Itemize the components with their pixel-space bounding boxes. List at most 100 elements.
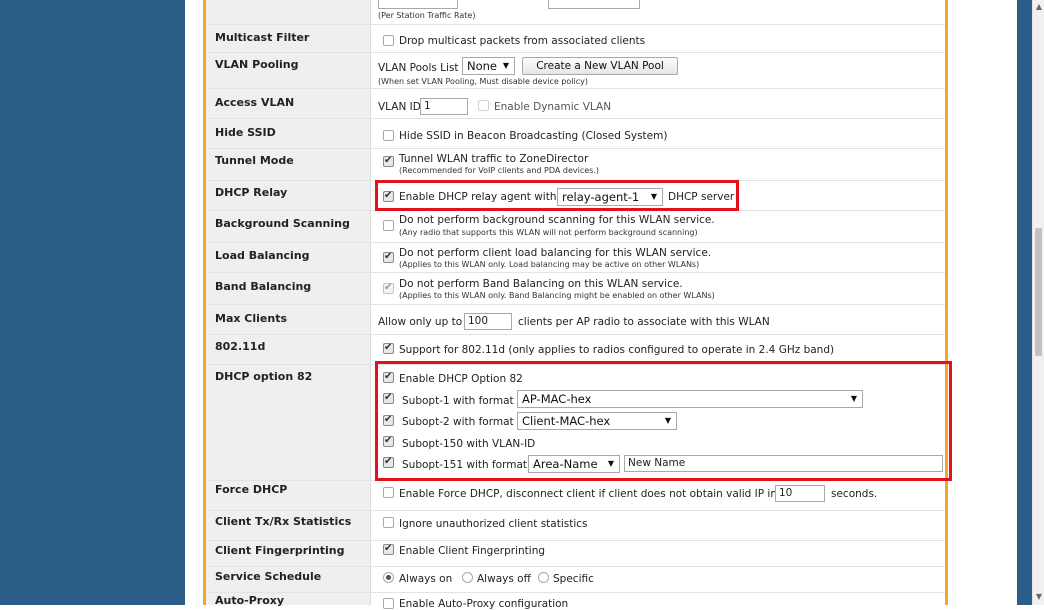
txrx-text: Ignore unauthorized client statistics: [399, 518, 588, 530]
multicast-checkbox[interactable]: [383, 35, 394, 46]
subopt1-text: Subopt-1 with format: [402, 395, 514, 407]
force-dhcp-text: Enable Force DHCP, disconnect client if …: [399, 488, 777, 500]
subopt150-text: Subopt-150 with VLAN-ID: [402, 438, 536, 450]
row-divider: [206, 540, 945, 541]
chevron-down-icon: ▼: [664, 416, 671, 425]
subopt2-select[interactable]: Client-MAC-hex ▼: [517, 412, 677, 430]
vlan-pooling-note: (When set VLAN Pooling, Must disable dev…: [378, 77, 588, 86]
force-dhcp-input[interactable]: 10: [775, 485, 825, 502]
chevron-down-icon: ▼: [850, 394, 857, 403]
row-divider: [206, 510, 945, 511]
max-clients-input[interactable]: 100: [464, 313, 512, 330]
txrx-stats-label: Client Tx/Rx Statistics: [215, 515, 352, 528]
bg-scan-text: Do not perform background scanning for t…: [399, 214, 715, 226]
tunnel-text: Tunnel WLAN traffic to ZoneDirector: [399, 153, 589, 165]
hide-ssid-checkbox[interactable]: [383, 130, 394, 141]
rate-input-partial-2[interactable]: [548, 0, 640, 9]
row-divider: [206, 148, 945, 149]
band-bal-text: Do not perform Band Balancing on this WL…: [399, 278, 683, 290]
subopt151-select[interactable]: Area-Name ▼: [528, 455, 620, 473]
auto-proxy-text: Enable Auto-Proxy configuration: [399, 598, 569, 610]
subopt151-input[interactable]: New Name: [624, 455, 943, 472]
rate-input-partial[interactable]: [378, 0, 458, 9]
dot11d-label: 802.11d: [215, 340, 266, 353]
dot11d-checkbox[interactable]: [383, 342, 394, 354]
always-on-radio[interactable]: [383, 572, 394, 583]
create-vlan-pool-button[interactable]: Create a New VLAN Pool: [522, 57, 678, 75]
subopt1-checkbox[interactable]: [383, 392, 394, 404]
subopt151-checkbox[interactable]: [383, 456, 394, 468]
specific-radio[interactable]: [538, 572, 549, 583]
band-bal-checkbox[interactable]: [383, 282, 394, 294]
option82-enable-checkbox[interactable]: [383, 371, 394, 383]
scrollbar-thumb[interactable]: [1035, 228, 1042, 356]
force-dhcp-checkbox[interactable]: [383, 487, 394, 498]
hide-ssid-label: Hide SSID: [215, 126, 276, 139]
subopt151-select-value: Area-Name: [533, 457, 598, 471]
auto-proxy-checkbox[interactable]: [383, 598, 394, 609]
txrx-checkbox[interactable]: [383, 517, 394, 528]
chevron-down-icon: ▼: [607, 459, 614, 468]
dhcp-relay-text: Enable DHCP relay agent with: [399, 191, 557, 203]
subopt1-select[interactable]: AP-MAC-hex ▼: [517, 390, 863, 408]
multicast-filter-label: Multicast Filter: [215, 31, 310, 44]
vlan-id-input[interactable]: 1: [420, 98, 468, 115]
column-separator: [370, 0, 371, 605]
right-accent-border: [945, 0, 948, 605]
subopt151-text: Subopt-151 with format: [402, 459, 528, 471]
row-divider: [206, 334, 945, 335]
subopt1-select-value: AP-MAC-hex: [522, 392, 592, 406]
load-bal-checkbox[interactable]: [383, 251, 394, 263]
hide-ssid-text: Hide SSID in Beacon Broadcasting (Closed…: [399, 130, 668, 142]
multicast-text: Drop multicast packets from associated c…: [399, 35, 646, 47]
dhcp-relay-checkbox[interactable]: [383, 190, 394, 202]
per-station-note: (Per Station Traffic Rate): [378, 11, 476, 20]
row-divider: [206, 304, 945, 305]
row-divider: [206, 118, 945, 119]
dhcp-option82-label: DHCP option 82: [215, 370, 313, 383]
fingerprinting-label: Client Fingerprinting: [215, 544, 345, 557]
chevron-down-icon: ▼: [502, 61, 509, 70]
band-balancing-label: Band Balancing: [215, 280, 312, 293]
relay-agent-select-value: relay-agent-1: [562, 190, 640, 204]
row-divider: [206, 272, 945, 273]
dynamic-vlan-text: Enable Dynamic VLAN: [494, 101, 612, 113]
dhcp-relay-label: DHCP Relay: [215, 186, 288, 199]
fingerprint-text: Enable Client Fingerprinting: [399, 545, 546, 557]
row-divider: [206, 24, 945, 25]
vlan-pools-list-label: VLAN Pools List: [378, 62, 459, 74]
always-on-text: Always on: [399, 573, 453, 585]
dynamic-vlan-checkbox[interactable]: [478, 100, 489, 111]
row-divider: [206, 592, 945, 593]
force-dhcp-suffix: seconds.: [831, 488, 878, 500]
relay-agent-select[interactable]: relay-agent-1 ▼: [557, 188, 663, 206]
service-schedule-label: Service Schedule: [215, 570, 322, 583]
bg-scan-checkbox[interactable]: [383, 220, 394, 231]
band-bal-note: (Applies to this WLAN only. Band Balanci…: [399, 291, 715, 300]
subopt150-checkbox[interactable]: [383, 435, 394, 447]
tunnel-checkbox[interactable]: [383, 155, 394, 167]
load-bal-note: (Applies to this WLAN only. Load balanci…: [399, 260, 700, 269]
always-off-radio[interactable]: [462, 572, 473, 583]
vlan-pool-select[interactable]: None ▼: [462, 57, 515, 75]
right-sidebar: [1017, 0, 1032, 605]
vlan-pooling-label: VLAN Pooling: [215, 58, 299, 71]
subopt2-checkbox[interactable]: [383, 414, 394, 426]
dot11d-text: Support for 802.11d (only applies to rad…: [399, 344, 835, 356]
dhcp-server-text: DHCP server: [668, 191, 735, 203]
force-dhcp-label: Force DHCP: [215, 483, 288, 496]
always-off-text: Always off: [477, 573, 531, 585]
option82-enable-text: Enable DHCP Option 82: [399, 373, 523, 385]
tunnel-mode-label: Tunnel Mode: [215, 154, 294, 167]
left-accent-border: [203, 0, 206, 605]
auto-proxy-label: Auto-Proxy: [215, 594, 285, 607]
max-clients-suffix: clients per AP radio to associate with t…: [518, 316, 770, 328]
fingerprint-checkbox[interactable]: [383, 543, 394, 555]
right-gutter: [950, 0, 1017, 605]
row-divider: [206, 52, 945, 53]
scroll-up-icon[interactable]: ▲: [1035, 3, 1043, 11]
scroll-down-icon[interactable]: ▼: [1035, 593, 1043, 601]
subopt2-text: Subopt-2 with format: [402, 416, 514, 428]
subopt2-select-value: Client-MAC-hex: [522, 414, 611, 428]
row-divider: [206, 566, 945, 567]
